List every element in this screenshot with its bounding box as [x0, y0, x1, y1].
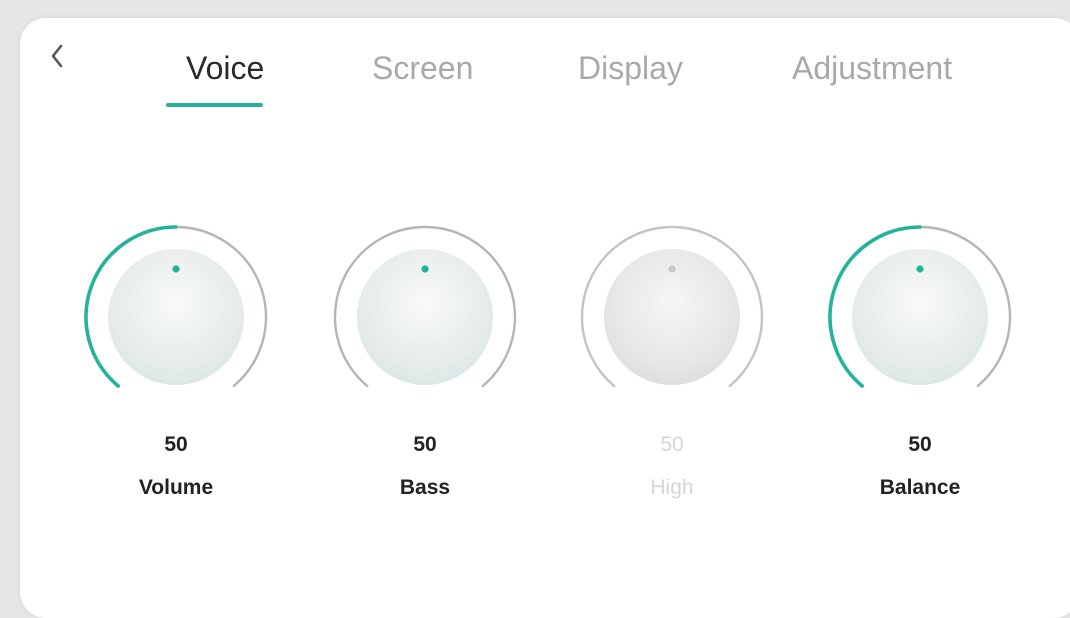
knob-indicator-dot — [916, 265, 924, 273]
high-label: High — [650, 476, 694, 499]
chevron-left-icon — [51, 44, 63, 68]
volume-label: Volume — [138, 476, 214, 499]
balance-value: 50 — [908, 433, 932, 456]
balance-knob-group: 50 Balance — [820, 205, 1020, 505]
knob-indicator-dot — [172, 265, 180, 273]
bass-knob-group: 50 Bass — [325, 205, 525, 505]
balance-knob[interactable] — [820, 205, 1020, 405]
balance-label: Balance — [879, 476, 961, 499]
bass-knob[interactable] — [325, 205, 525, 405]
high-knob-group: 50 High — [572, 205, 772, 505]
bass-label: Bass — [399, 476, 451, 499]
tab-display[interactable]: Display — [578, 50, 683, 87]
high-value: 50 — [660, 433, 684, 456]
tab-adjustment[interactable]: Adjustment — [792, 50, 952, 87]
back-button[interactable] — [42, 36, 72, 76]
volume-knob[interactable] — [76, 205, 276, 405]
tab-screen[interactable]: Screen — [372, 50, 473, 87]
knob-indicator-dot — [421, 265, 429, 273]
volume-value: 50 — [164, 433, 188, 456]
knob-indicator-dot — [668, 265, 676, 273]
tab-voice[interactable]: Voice — [186, 50, 264, 87]
active-tab-indicator — [166, 103, 263, 107]
bass-value: 50 — [413, 433, 437, 456]
volume-knob-group: 50 Volume — [76, 205, 276, 505]
high-knob — [580, 225, 764, 388]
